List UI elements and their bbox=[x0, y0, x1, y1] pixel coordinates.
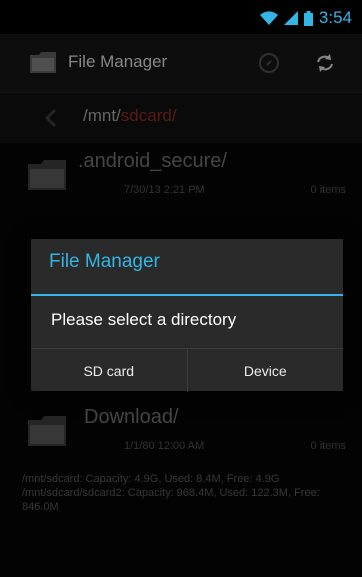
select-directory-dialog: File Manager Please select a directory S… bbox=[31, 239, 343, 392]
dialog-divider bbox=[31, 294, 343, 296]
dialog-button-bar: SD card Device bbox=[31, 348, 343, 392]
screen: 3:54 File Manager /mnt/sdcard/ .android_… bbox=[0, 0, 362, 577]
device-button[interactable]: Device bbox=[186, 349, 344, 392]
dialog-title: File Manager bbox=[49, 251, 160, 272]
status-time: 3:54 bbox=[318, 8, 352, 27]
sd-card-button[interactable]: SD card bbox=[31, 349, 187, 392]
status-bar: 3:54 bbox=[0, 0, 362, 34]
status-icons: 3:54 bbox=[259, 8, 352, 28]
dialog-message: Please select a directory bbox=[51, 310, 237, 329]
battery-icon bbox=[303, 10, 313, 26]
signal-icon bbox=[283, 11, 298, 25]
wifi-icon bbox=[259, 11, 278, 25]
